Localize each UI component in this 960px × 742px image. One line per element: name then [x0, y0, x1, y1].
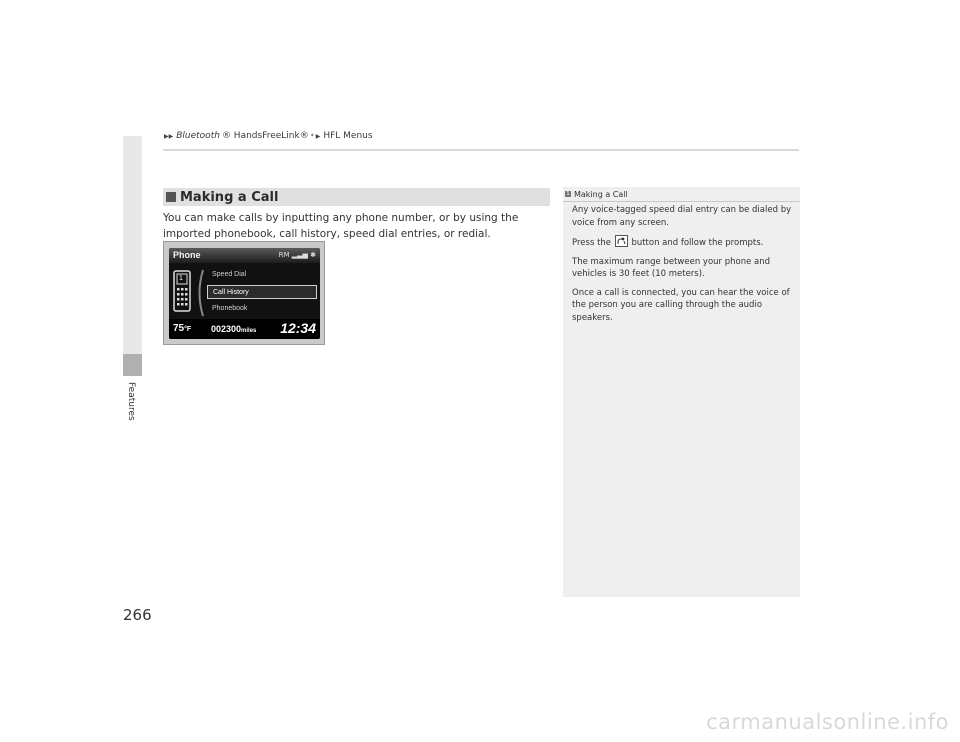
side-note: 1 Making a Call Any voice-tagged speed d…: [563, 187, 800, 597]
menu-item-call-history[interactable]: Call History: [207, 285, 317, 299]
menu-item-speed-dial[interactable]: Speed Dial: [207, 268, 317, 282]
breadcrumb-item-hfl-suffix[interactable]: ® HandsFreeLink®: [222, 131, 309, 141]
signal-bluetooth-icon: RM ▂▃▅ ✱: [278, 251, 316, 259]
section-header: Making a Call: [163, 188, 550, 206]
phone-menu-figure: Phone RM ▂▃▅ ✱ 1 Speed Dial Call History…: [163, 241, 325, 345]
note-paragraph: Once a call is connected, you can hear t…: [572, 287, 790, 323]
breadcrumb-asterisk: *: [310, 132, 314, 140]
phone-digit: 1: [179, 275, 183, 282]
section-square-icon: [166, 192, 176, 202]
note-paragraph: Any voice-tagged speed dial entry can be…: [572, 205, 792, 228]
breadcrumb-item-hfl-menus[interactable]: HFL Menus: [323, 131, 372, 141]
breadcrumb-arrow-icon: ▶▶: [164, 132, 174, 140]
breadcrumb-item-bluetooth[interactable]: Bluetooth: [176, 131, 220, 141]
breadcrumb: ▶▶ Bluetooth ® HandsFreeLink® * ▶ HFL Me…: [164, 131, 373, 141]
menu-item-phonebook[interactable]: Phonebook: [207, 302, 317, 316]
note-paragraph: The maximum range between your phone and…: [572, 256, 771, 280]
temperature-readout: 75°F: [173, 323, 192, 334]
side-tab-active-marker: [123, 354, 142, 376]
odometer-readout: 002300miles: [211, 324, 257, 334]
menu-arc-icon: [198, 269, 204, 317]
header-divider: [163, 149, 799, 151]
side-tab-label[interactable]: Features: [126, 382, 136, 421]
body-paragraph: You can make calls by inputting any phon…: [163, 212, 519, 240]
screen-title: Phone: [173, 250, 201, 260]
screen-status-bar: 75°F 002300miles 12:34: [169, 319, 320, 339]
side-note-title: Making a Call: [574, 189, 628, 199]
side-tab-background: [123, 136, 142, 354]
section-title: Making a Call: [180, 189, 279, 205]
watermark: carmanualsonline.info: [706, 710, 949, 734]
note-reference-icon: 1: [565, 191, 571, 197]
breadcrumb-arrow-icon: ▶: [315, 132, 321, 140]
side-note-body: Any voice-tagged speed dial entry can be…: [572, 204, 794, 330]
display-screen: Phone RM ▂▃▅ ✱ 1 Speed Dial Call History…: [169, 248, 320, 339]
clock-readout: 12:34: [280, 320, 316, 336]
page-number: 266: [123, 606, 152, 624]
side-note-header: 1 Making a Call: [563, 187, 800, 202]
talk-button-icon: [614, 235, 628, 247]
note-paragraph: Press the button and follow the prompts.: [572, 235, 794, 250]
